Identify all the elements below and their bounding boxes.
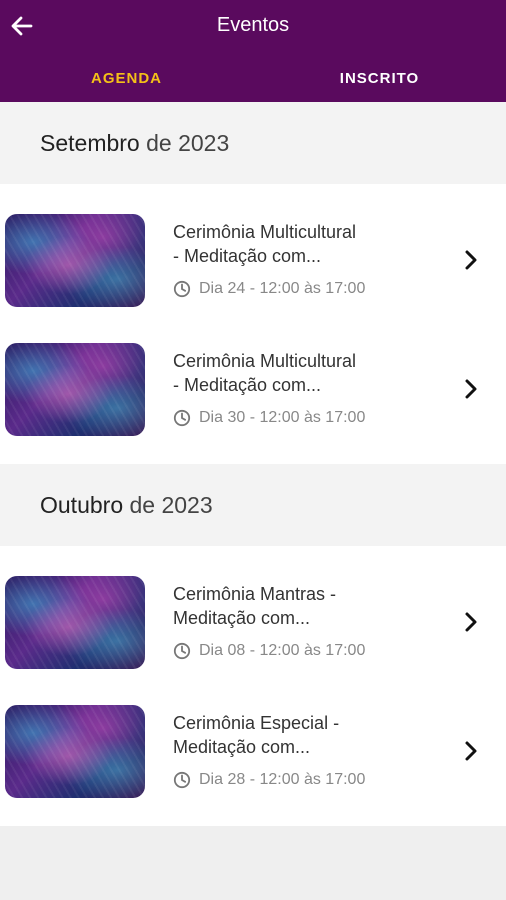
event-list-outubro: Cerimônia Mantras - Meditação com... Dia… (0, 546, 506, 826)
event-time: Dia 24 - 12:00 às 17:00 (173, 280, 365, 298)
month-year: de 2023 (146, 129, 230, 156)
event-title: Cerimônia Multicultural - Meditação com.… (173, 351, 357, 395)
month-name: Outubro (40, 491, 124, 518)
event-item[interactable]: Cerimônia Multicultural - Meditação com.… (0, 184, 506, 313)
event-thumbnail (5, 576, 145, 669)
clock-icon (173, 280, 191, 298)
event-time: Dia 08 - 12:00 às 17:00 (173, 642, 365, 660)
tab-inscrito[interactable]: INSCRITO (253, 66, 506, 92)
month-header-setembro: Setembro de 2023 (0, 102, 506, 184)
app-bar: Eventos AGENDA INSCRITO (0, 0, 506, 102)
event-title: Cerimônia Especial - Meditação com... (173, 713, 340, 757)
event-thumbnail (5, 214, 145, 307)
event-time: Dia 30 - 12:00 às 17:00 (173, 409, 365, 427)
event-thumbnail (5, 343, 145, 436)
event-time: Dia 28 - 12:00 às 17:00 (173, 771, 365, 789)
page-title: Eventos (216, 14, 290, 36)
clock-icon (173, 642, 191, 660)
event-list-setembro: Cerimônia Multicultural - Meditação com.… (0, 184, 506, 464)
month-header-outubro: Outubro de 2023 (0, 464, 506, 546)
clock-icon (173, 409, 191, 427)
event-item[interactable]: Cerimônia Especial - Meditação com... Di… (0, 675, 506, 804)
event-title: Cerimônia Multicultural - Meditação com.… (173, 222, 357, 266)
chevron-right-icon[interactable] (464, 611, 478, 633)
chevron-right-icon[interactable] (464, 378, 478, 400)
chevron-right-icon[interactable] (464, 249, 478, 271)
tab-agenda[interactable]: AGENDA (0, 66, 253, 92)
chevron-right-icon[interactable] (464, 740, 478, 762)
event-title: Cerimônia Mantras - Meditação com... (173, 584, 337, 628)
month-name: Setembro (40, 129, 140, 156)
event-item[interactable]: Cerimônia Multicultural - Meditação com.… (0, 313, 506, 442)
event-thumbnail (5, 705, 145, 798)
event-item[interactable]: Cerimônia Mantras - Meditação com... Dia… (0, 546, 506, 675)
tab-bar: AGENDA INSCRITO (0, 66, 506, 92)
clock-icon (173, 771, 191, 789)
month-year: de 2023 (129, 491, 213, 518)
